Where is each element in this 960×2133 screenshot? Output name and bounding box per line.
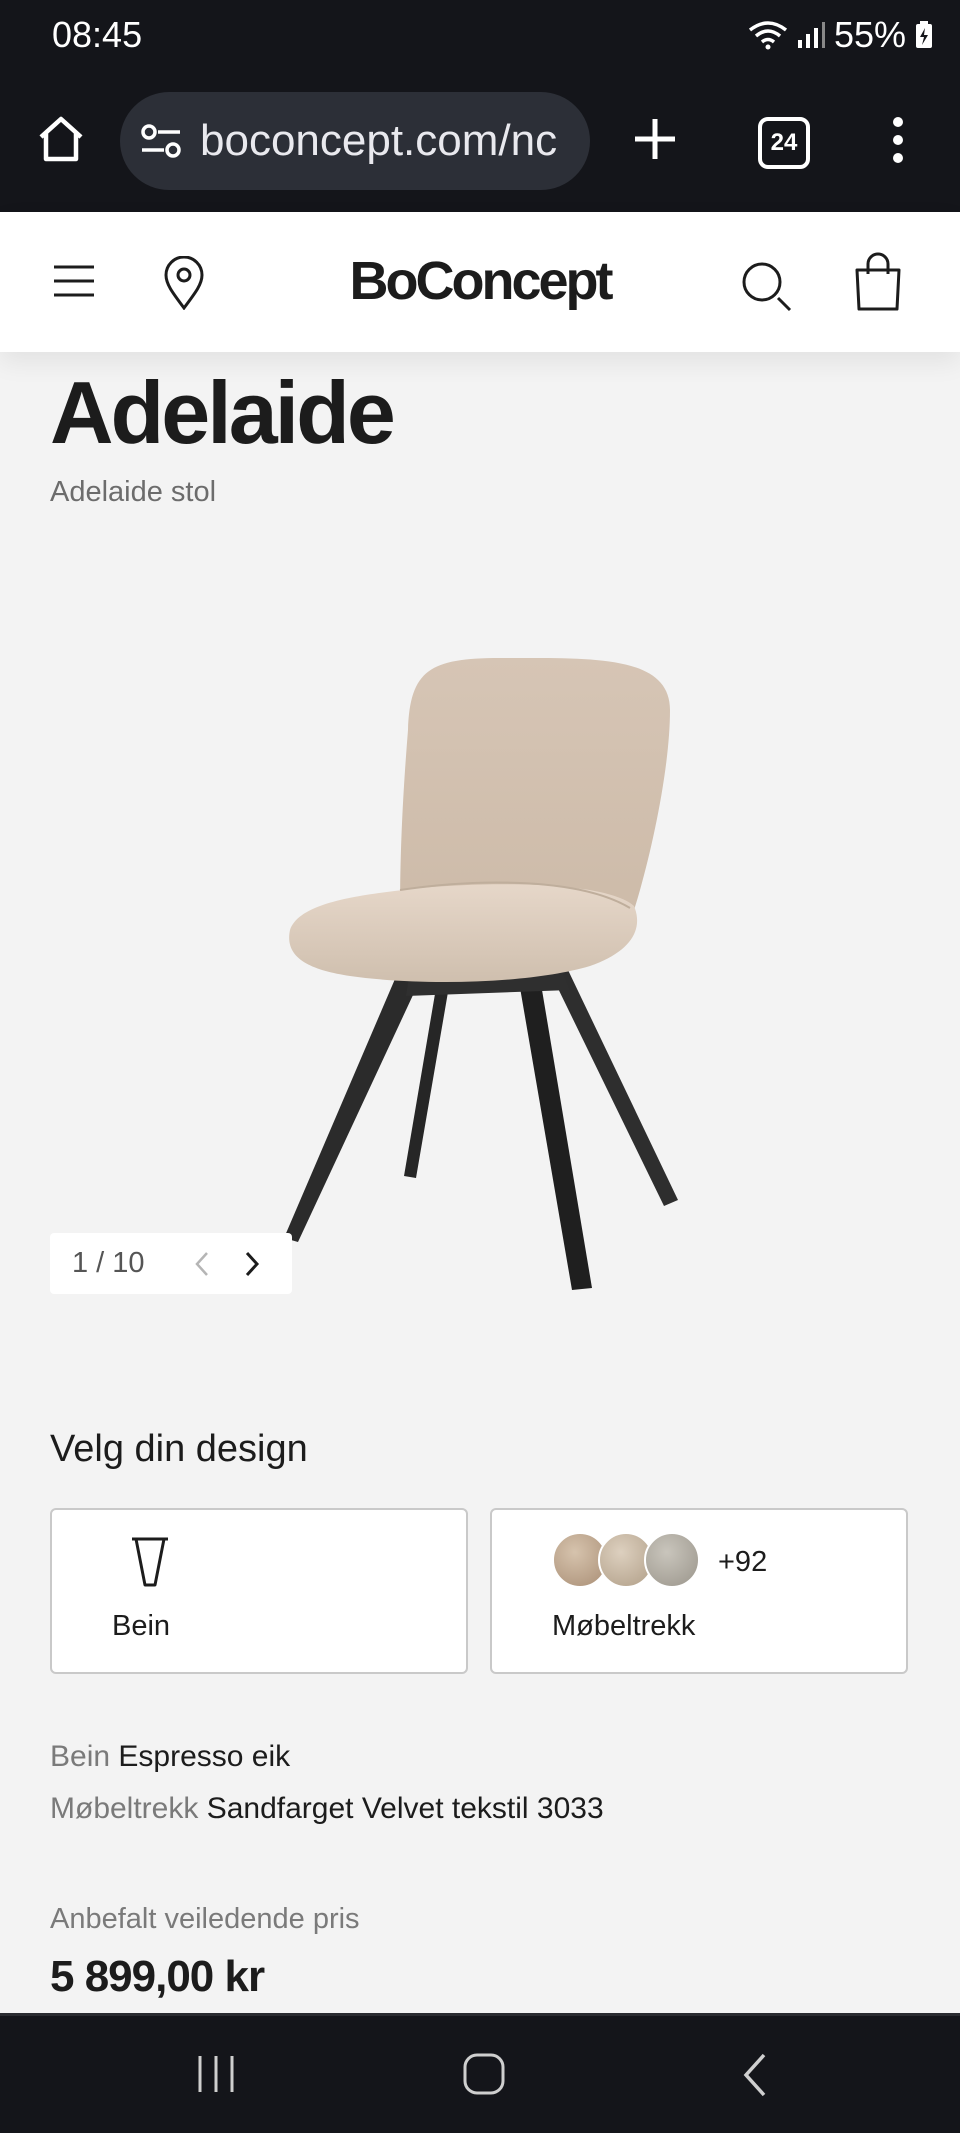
summary-key: Bein <box>50 1740 111 1773</box>
recent-apps-icon[interactable] <box>196 2054 236 2094</box>
wifi-icon <box>748 21 788 50</box>
summary-key: Møbeltrekk <box>50 1792 199 1825</box>
product-image[interactable] <box>260 640 720 1300</box>
url-text: boconcept.com/nc <box>200 116 558 165</box>
design-heading: Velg din design <box>50 1428 308 1470</box>
battery-icon <box>916 21 932 48</box>
legs-option-card[interactable]: Bein <box>50 1508 468 1674</box>
battery-percent: 55% <box>833 14 906 55</box>
chevron-left-icon[interactable] <box>192 1249 212 1279</box>
status-time: 08:45 <box>52 14 143 55</box>
more-swatches-count: +92 <box>718 1546 768 1578</box>
summary-value: Espresso eik <box>118 1740 291 1773</box>
fabric-swatch <box>644 1532 700 1588</box>
summary-value: Sandfarget Velvet tekstil 3033 <box>206 1792 604 1825</box>
summary-row-upholstery: Møbeltrekk Sandfarget Velvet tekstil 303… <box>50 1792 604 1826</box>
product-title: Adelaide <box>50 363 396 462</box>
home-icon[interactable] <box>36 114 86 164</box>
address-bar[interactable]: boconcept.com/nc <box>120 92 590 190</box>
more-menu-icon[interactable] <box>888 116 908 164</box>
system-navigation-bar <box>0 2013 960 2133</box>
leg-icon <box>132 1537 168 1587</box>
product-subtitle: Adelaide stol <box>50 476 217 508</box>
tab-switcher-button[interactable]: 24 <box>758 117 810 169</box>
chevron-right-icon[interactable] <box>242 1249 262 1279</box>
upholstery-option-card[interactable]: +92 Møbeltrekk <box>490 1508 908 1674</box>
new-tab-icon[interactable] <box>632 116 678 162</box>
shopping-bag-icon[interactable] <box>852 252 904 312</box>
image-carousel-controls: 1 / 10 <box>50 1233 292 1294</box>
upholstery-option-label: Møbeltrekk <box>552 1610 696 1642</box>
status-indicators: 55% <box>748 14 934 56</box>
brand-logo[interactable]: BoConcept <box>0 250 960 312</box>
site-header: BoConcept <box>0 212 960 352</box>
legs-option-label: Bein <box>112 1610 171 1642</box>
home-nav-icon[interactable] <box>462 2052 506 2096</box>
price-label: Anbefalt veiledende pris <box>50 1903 360 1935</box>
price-value: 5 899,00 kr <box>50 1952 265 2001</box>
back-icon[interactable] <box>740 2052 770 2098</box>
site-settings-icon[interactable] <box>140 123 182 159</box>
search-icon[interactable] <box>740 260 794 314</box>
image-counter: 1 / 10 <box>72 1247 145 1279</box>
summary-row-legs: Bein Espresso eik <box>50 1740 290 1774</box>
signal-icon <box>797 22 825 48</box>
browser-chrome: 08:45 55% boconcept.com/nc 24 <box>0 0 960 212</box>
